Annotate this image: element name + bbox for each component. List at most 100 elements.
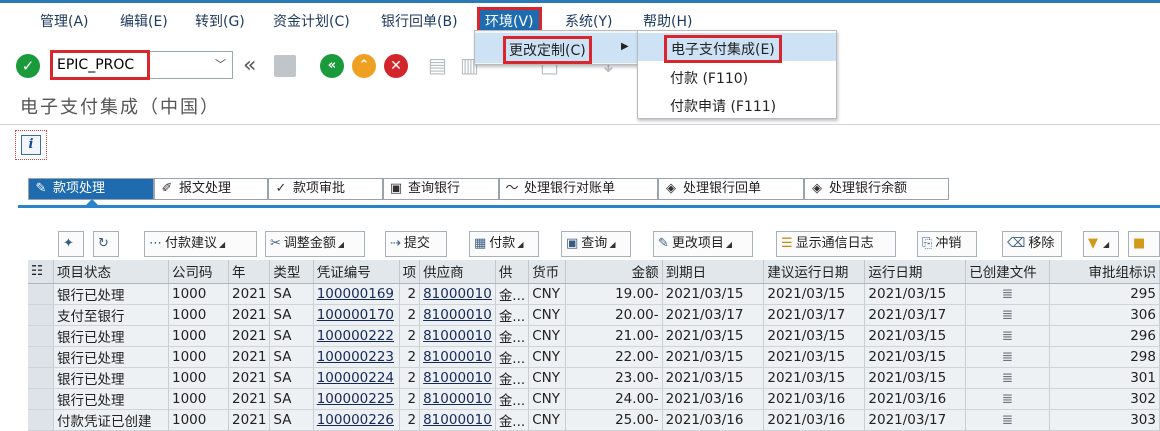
table-row[interactable]: 银行已处理 1000 2021 SA 100000169 2 81000010 金... CNY… [28, 283, 1160, 305]
column-header[interactable]: 项 [399, 260, 421, 284]
tab-bank-receipt[interactable]: ◈ 处理银行回单 [658, 178, 804, 200]
table-cell[interactable]: 81000010 [419, 283, 496, 305]
remove-button[interactable]: ⌫ 移除 [1002, 231, 1062, 257]
payment-button[interactable]: ▦ 付款 ◢ [469, 231, 539, 257]
menu-system[interactable]: 系统(Y) [565, 11, 612, 31]
file-stack-icon[interactable]: ≣ [1002, 391, 1013, 407]
tab-item-processing[interactable]: ✎ 款项处理 [28, 178, 154, 200]
row-selector[interactable] [28, 367, 54, 389]
cancel-icon[interactable]: ✕ [384, 54, 408, 78]
select-layout-button[interactable]: ✦ [58, 231, 84, 257]
database-icon: ☰ [781, 236, 793, 251]
table-cell: 2021 [228, 409, 271, 431]
table-cell[interactable]: 100000170 [313, 304, 400, 326]
table-cell[interactable]: 100000222 [313, 325, 400, 347]
payment-icon: ▦ [474, 236, 487, 251]
tab-bank-statement[interactable]: 〜处理银行对账单 [499, 178, 658, 200]
refresh-button[interactable]: ↻ [93, 231, 119, 257]
table-row[interactable]: 银行已处理 1000 2021 SA 100000224 2 81000010 金... CNY… [28, 367, 1160, 389]
tab-query-bank[interactable]: ▣ 查询银行 [383, 178, 499, 200]
menu-item-f110[interactable]: 付款 (F110) [638, 62, 836, 90]
table-row[interactable]: 支付至银行 1000 2021 SA 100000170 2 81000010 金... CNY… [28, 304, 1160, 326]
menu-cash-plan[interactable]: 资金计划(C) [273, 11, 350, 31]
payment-proposal-button[interactable]: ⋯ 付款建议 ◢ [144, 231, 257, 257]
table-cell[interactable]: 81000010 [419, 325, 496, 347]
table-cell: 2021/03/17 [864, 304, 967, 326]
layout-icon: ✦ [63, 236, 74, 251]
menu-help[interactable]: 帮助(H) [643, 11, 692, 31]
change-item-button[interactable]: ✎ 更改项目 ◢ [653, 231, 753, 257]
column-header[interactable]: 供 [495, 260, 530, 284]
tab-message-processing[interactable]: ✐ 报文处理 [154, 178, 268, 200]
column-header[interactable]: 凭证编号 [313, 260, 400, 284]
table-cell[interactable]: 100000225 [313, 388, 400, 410]
table-cell[interactable]: 81000010 [419, 409, 496, 431]
column-header[interactable]: 货币 [528, 260, 567, 284]
exit-up-icon[interactable]: ⌃ [352, 54, 376, 78]
column-header[interactable]: 建议运行日期 [763, 260, 866, 284]
table-row[interactable]: 银行已处理 1000 2021 SA 100000225 2 81000010 金... CNY… [28, 388, 1160, 410]
menu-item-epic[interactable]: 电子支付集成(E) [638, 33, 836, 63]
file-stack-icon[interactable]: ≣ [1002, 286, 1013, 302]
collapse-left-icon[interactable]: « [243, 53, 257, 78]
table-row[interactable]: 银行已处理 1000 2021 SA 100000222 2 81000010 金... CNY… [28, 325, 1160, 347]
table-cell[interactable]: 81000010 [419, 304, 496, 326]
row-selector[interactable] [28, 325, 54, 347]
table-cell[interactable]: 81000010 [419, 388, 496, 410]
column-header[interactable]: 已创建文件 [965, 260, 1050, 284]
tab-approval[interactable]: ✓ 款项审批 [268, 178, 383, 200]
save-icon[interactable] [274, 55, 296, 77]
table-row[interactable]: 付款凭证已创建 1000 2021 SA 100000226 2 81000010 金... C… [28, 409, 1160, 431]
back-icon[interactable]: « [320, 54, 344, 78]
menu-goto[interactable]: 转到(G) [195, 11, 245, 31]
row-selector[interactable] [28, 346, 54, 368]
enter-check-icon[interactable]: ✓ [16, 54, 40, 78]
adjust-amount-button[interactable]: ✂ 调整金额 ◢ [265, 231, 365, 257]
column-header[interactable]: 年 [228, 260, 271, 284]
table-cell: 2021/03/15 [763, 283, 866, 305]
row-selector[interactable] [28, 304, 54, 326]
menu-item-change-customizing[interactable]: 更改定制(C) ▶ [475, 33, 637, 64]
chevron-down-icon[interactable]: ﹀ [215, 56, 226, 72]
row-selector[interactable] [28, 388, 54, 410]
column-header[interactable]: 金额 [565, 260, 663, 284]
table-cell: 付款凭证已创建 [53, 409, 169, 431]
column-header[interactable]: 项目状态 [53, 260, 169, 284]
column-header[interactable]: 供应商 [419, 260, 496, 284]
query-button[interactable]: ▣ 查询 ◢ [561, 231, 631, 257]
row-selector[interactable] [28, 283, 54, 305]
file-stack-icon[interactable]: ≣ [1002, 370, 1013, 386]
column-header[interactable]: 类型 [269, 260, 314, 284]
export-button[interactable]: ■ [1128, 231, 1160, 257]
menu-bank-receipt[interactable]: 银行回单(B) [381, 11, 458, 31]
table-row[interactable]: 银行已处理 1000 2021 SA 100000223 2 81000010 金... CNY… [28, 346, 1160, 368]
column-header[interactable]: 审批组标识 [1049, 260, 1160, 284]
column-header[interactable]: 到期日 [662, 260, 765, 284]
menu-item-f111[interactable]: 付款申请 (F111) [638, 90, 836, 118]
menu-manage[interactable]: 管理(A) [40, 11, 89, 31]
info-button[interactable]: i [15, 130, 47, 160]
column-header[interactable]: 公司码 [168, 260, 230, 284]
column-header[interactable]: 运行日期 [864, 260, 967, 284]
table-cell[interactable]: 81000010 [419, 346, 496, 368]
print-icon[interactable]: ▤ [428, 53, 447, 77]
table-cell[interactable]: 100000226 [313, 409, 400, 431]
file-stack-icon[interactable]: ≣ [1002, 307, 1013, 323]
table-cell: 2021 [228, 346, 271, 368]
layout-settings-icon[interactable]: ☷ [28, 260, 54, 284]
show-log-button[interactable]: ☰ 显示通信日志 [776, 231, 896, 257]
table-cell[interactable]: 100000224 [313, 367, 400, 389]
reverse-button[interactable]: ⎘ 冲销 [917, 231, 977, 257]
table-cell[interactable]: 100000223 [313, 346, 400, 368]
file-stack-icon[interactable]: ≣ [1002, 349, 1013, 365]
table-cell: 298 [1049, 346, 1160, 368]
file-stack-icon[interactable]: ≣ [1002, 412, 1013, 428]
submit-button[interactable]: ⇢ 提交 [385, 231, 447, 257]
filter-button[interactable]: ▼ ◢ [1083, 231, 1119, 257]
row-selector[interactable] [28, 409, 54, 431]
menu-edit[interactable]: 编辑(E) [120, 11, 168, 31]
table-cell[interactable]: 81000010 [419, 367, 496, 389]
table-cell[interactable]: 100000169 [313, 283, 400, 305]
tab-bank-balance[interactable]: ◈ 处理银行余额 [804, 178, 949, 200]
file-stack-icon[interactable]: ≣ [1002, 328, 1013, 344]
